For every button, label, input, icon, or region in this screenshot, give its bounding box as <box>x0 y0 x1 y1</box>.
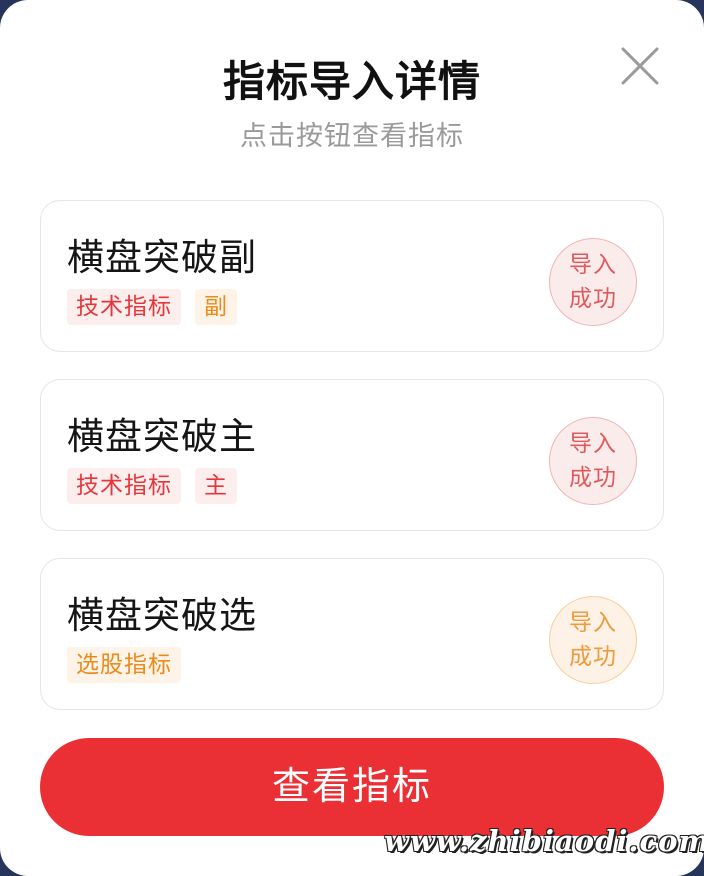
view-indicators-button[interactable]: 查看指标 <box>40 738 664 836</box>
stamp-text-line2: 成功 <box>569 465 617 491</box>
import-success-stamp: 导入 成功 <box>549 417 637 505</box>
close-icon <box>621 47 659 85</box>
indicator-name: 横盘突破主 <box>67 415 257 458</box>
indicator-name: 横盘突破选 <box>67 594 257 637</box>
watermark: www.zhibiaodi.com <box>384 824 704 858</box>
import-success-stamp: 导入 成功 <box>549 238 637 326</box>
indicator-tag: 副 <box>195 289 237 325</box>
indicator-card[interactable]: 横盘突破选 选股指标 导入 成功 <box>40 558 664 710</box>
indicator-card[interactable]: 横盘突破主 技术指标 主 导入 成功 <box>40 379 664 531</box>
import-details-dialog: 指标导入详情 点击按钮查看指标 横盘突破副 技术指标 副 导入 成功 横盘突破主… <box>0 0 704 876</box>
dialog-subtitle: 点击按钮查看指标 <box>240 121 464 152</box>
stamp-text-line2: 成功 <box>569 286 617 312</box>
indicator-tags: 技术指标 副 <box>67 289 237 325</box>
indicator-tags: 选股指标 <box>67 647 181 683</box>
indicator-tags: 技术指标 主 <box>67 468 237 504</box>
indicator-tag: 技术指标 <box>67 289 181 325</box>
stamp-text-line1: 导入 <box>569 252 617 278</box>
indicator-tag: 主 <box>195 468 237 504</box>
stamp-text-line2: 成功 <box>569 644 617 670</box>
import-success-stamp: 导入 成功 <box>549 596 637 684</box>
indicator-tag: 选股指标 <box>67 647 181 683</box>
stamp-text-line1: 导入 <box>569 610 617 636</box>
close-button[interactable] <box>618 44 662 88</box>
indicator-name: 横盘突破副 <box>67 236 257 279</box>
indicator-card[interactable]: 横盘突破副 技术指标 副 导入 成功 <box>40 200 664 352</box>
indicator-tag: 技术指标 <box>67 468 181 504</box>
stamp-text-line1: 导入 <box>569 431 617 457</box>
dialog-title: 指标导入详情 <box>222 57 481 106</box>
